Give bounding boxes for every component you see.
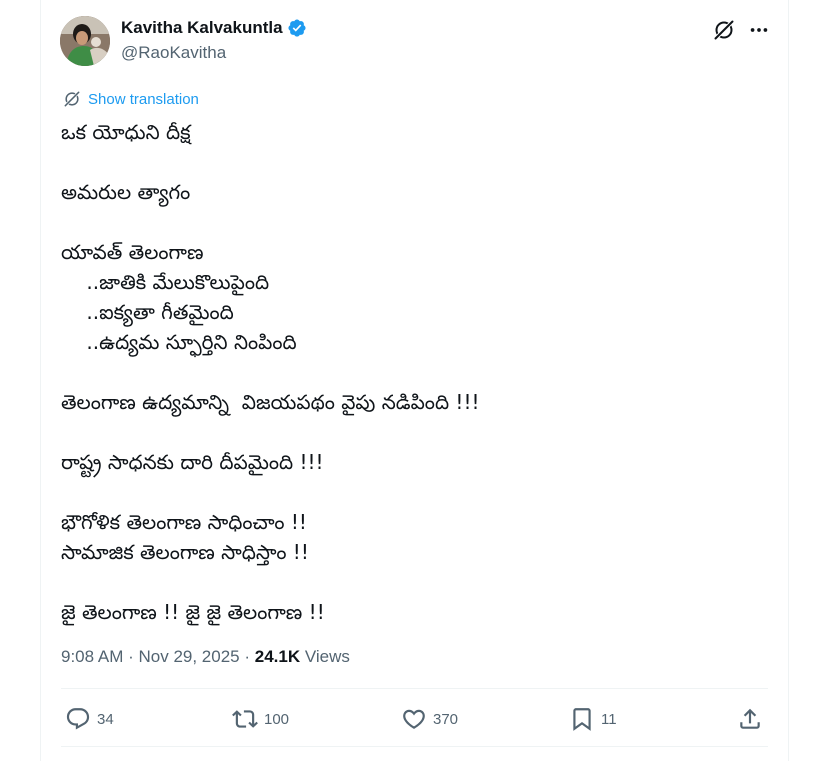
repost-icon: [232, 710, 258, 728]
tweet-line: ..ఉద్యమ స్ఫూర్తిని నింపింది: [61, 330, 297, 354]
tweet-line: భౌగోళిక తెలంగాణ సాధించాం !!: [61, 510, 307, 534]
author-handle[interactable]: @RaoKavitha: [121, 43, 226, 63]
repost-count: 100: [264, 710, 290, 728]
translate-icon: [64, 91, 80, 107]
grok-button[interactable]: [710, 16, 738, 44]
tweet-actions: 34 100 370 11: [61, 700, 768, 738]
tweet-line: యావత్ తెలంగాణ: [61, 240, 204, 264]
views-count[interactable]: 24.1K: [255, 647, 300, 667]
verified-badge-icon: [287, 18, 307, 38]
tweet-line: రాష్ట్ర సాధనకు దారి దీపమైంది !!!: [61, 450, 324, 474]
like-button[interactable]: 370: [401, 700, 458, 738]
reply-count: 34: [97, 710, 114, 728]
repost-button[interactable]: 100: [232, 700, 289, 738]
show-translation-link[interactable]: Show translation: [62, 89, 199, 109]
meta-separator: ·: [239, 647, 255, 666]
reply-icon: [66, 708, 90, 730]
tweet-line: [61, 477, 761, 507]
bookmark-count: 11: [601, 710, 617, 728]
share-button[interactable]: [737, 700, 763, 738]
avatar[interactable]: [60, 16, 110, 66]
views-label: Views: [300, 647, 350, 666]
avatar-photo: [60, 16, 110, 66]
more-icon: [750, 28, 768, 32]
tweet-line: [61, 207, 761, 237]
bookmark-icon: [573, 708, 591, 731]
heart-icon: [403, 709, 425, 729]
reply-button[interactable]: 34: [65, 700, 114, 738]
like-count: 370: [433, 710, 459, 728]
tweet-text: ఒక యోధుని దీక్ష అమరుల త్యాగం యావత్ తెలంగ…: [61, 117, 761, 627]
tweet-line: జై తెలంగాణ !! జై జై తెలంగాణ !!: [61, 600, 325, 624]
tweet-line: [61, 147, 761, 177]
tweet-line: సామాజిక తెలంగాణ సాధిస్తాం !!: [61, 540, 309, 564]
meta-separator: ·: [123, 647, 139, 666]
share-icon: [740, 708, 760, 729]
bookmark-button[interactable]: 11: [569, 700, 617, 738]
tweet-meta: 9:08 AM · Nov 29, 2025 · 24.1K Views: [61, 646, 350, 668]
show-translation-label[interactable]: Show translation: [88, 91, 199, 108]
tweet-line: ..ఐక్యతా గీతమైంది: [61, 300, 234, 324]
tweet-line: ఒక యోధుని దీక్ష: [61, 120, 191, 144]
grok-icon: [714, 20, 734, 40]
tweet-date[interactable]: Nov 29, 2025: [138, 647, 239, 667]
tweet-line: ..జాతికి మేలుకొలుపైంది: [61, 270, 270, 294]
divider: [61, 746, 768, 747]
divider: [61, 688, 768, 689]
tweet-line: తెలంగాణ ఉద్యమాన్ని విజయపథం వైపు నడిపింది…: [61, 390, 480, 414]
tweet-line: అమరుల త్యాగం: [61, 180, 191, 204]
tweet-line: [61, 567, 761, 597]
author-display-name[interactable]: Kavitha Kalvakuntla: [121, 18, 283, 38]
tweet-line: [61, 417, 761, 447]
tweet-time[interactable]: 9:08 AM: [61, 647, 123, 667]
more-options-button[interactable]: [745, 16, 773, 44]
author-name-row[interactable]: Kavitha Kalvakuntla: [121, 17, 307, 39]
tweet-line: [61, 357, 761, 387]
